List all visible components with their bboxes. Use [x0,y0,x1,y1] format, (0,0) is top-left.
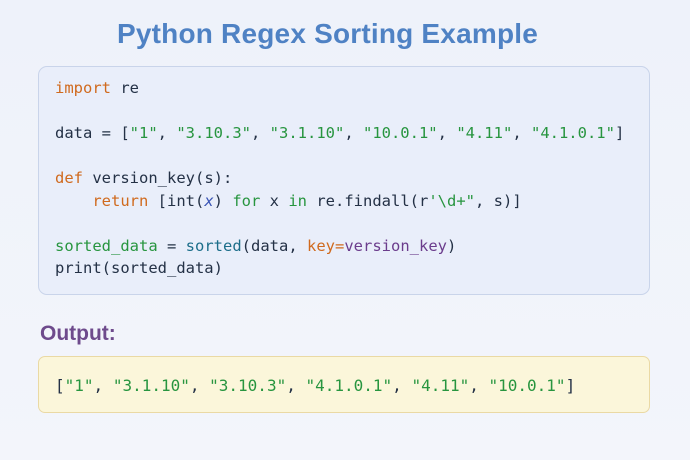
code-text: re [111,79,139,97]
page-title: Python Regex Sorting Example [116,18,539,49]
code-text: version_key(s): [83,169,233,187]
output-string: "10.0.1" [488,376,566,395]
function-reference: version_key [344,236,447,255]
code-text: print(sorted_data) [55,259,223,277]
output-text: [ [55,376,65,395]
keyword-def: def [55,169,83,187]
regex-pattern: '\d+" [428,191,476,210]
output-string: "3.1.10" [112,376,190,395]
output-text: ] [565,376,576,395]
output-string: "4.11" [411,376,470,395]
code-text: [int( [148,191,205,210]
code-variable: sorted_data [55,236,158,255]
code-separator: , [437,124,457,142]
code-line-3: def version_key(s): [55,167,633,190]
code-line-5: sorted_data = sorted(data, key=version_k… [55,235,633,258]
code-line-6: print(sorted_data) [55,257,633,280]
code-variable: x [204,191,214,210]
code-text: (data, [241,236,307,255]
code-text: , s)] [475,191,522,210]
output-string: "3.10.3" [209,376,287,395]
code-separator: , [512,124,531,142]
string-literal: "1" [129,124,158,142]
keyword-return: return [92,191,149,210]
string-literal: "4.1.0.1" [530,124,615,142]
output-string: "1" [64,376,94,395]
code-block: import re data = ["1", "3.10.3", "3.1.10… [38,66,650,295]
code-separator: , [344,124,363,142]
code-line-1: import re [55,77,633,100]
output-separator: , [392,376,412,395]
output-separator: , [93,376,113,395]
keyword-for: for [232,191,261,210]
code-separator: , [250,124,270,142]
output-separator: , [189,376,210,395]
code-text: x [260,191,289,210]
code-line-2: data = ["1", "3.10.3", "3.1.10", "10.0.1… [55,122,633,145]
output-separator: , [469,376,489,395]
output-string: "4.1.0.1" [305,376,393,395]
string-literal: "10.0.1" [362,124,438,142]
keyword-in: in [288,191,308,210]
code-text: ) [213,191,233,210]
output-label: Output: [40,322,116,345]
code-operator: = [334,236,345,255]
code-text: = [157,236,186,255]
code-separator: , [157,124,177,142]
code-line-4: return [int(x) for x in re.findall(r'\d+… [55,190,633,213]
output-separator: , [286,376,306,395]
output-block: ["1", "3.1.10", "3.10.3", "4.1.0.1", "4.… [38,356,650,413]
code-text: ] [614,124,625,142]
keyword-import: import [55,79,111,97]
string-literal: "4.11" [456,124,513,142]
string-literal: "3.1.10" [269,124,345,142]
code-text: data = [ [55,124,130,142]
code-text: ) [446,236,457,255]
keyword-argument: key [306,236,335,255]
builtin-sorted: sorted [185,236,242,255]
string-literal: "3.10.3" [176,124,251,142]
code-text: re.findall(r [307,191,429,210]
